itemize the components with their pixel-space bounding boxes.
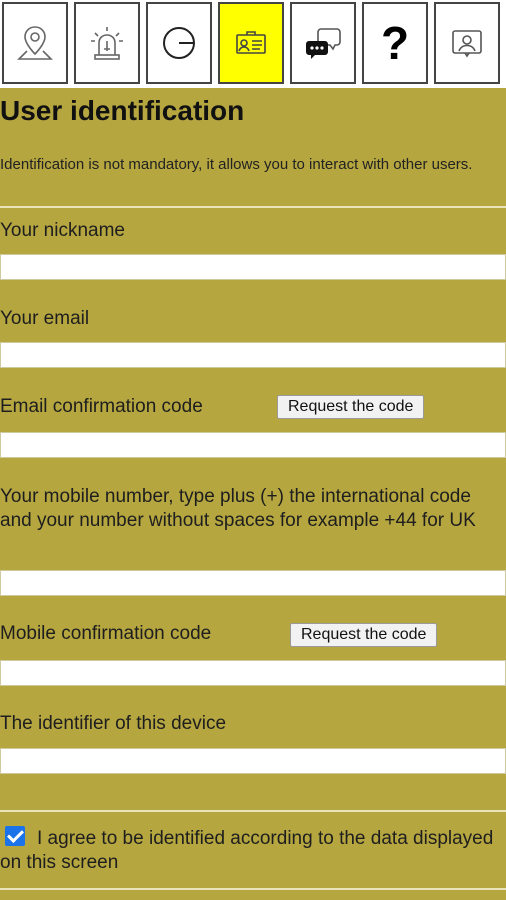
divider xyxy=(0,810,506,812)
agree-row[interactable]: I agree to be identified according to th… xyxy=(0,826,500,875)
toolbar-button-circle[interactable] xyxy=(146,2,212,84)
email-code-input[interactable] xyxy=(0,432,506,458)
circle-line-icon xyxy=(163,27,195,59)
device-id-input[interactable] xyxy=(0,748,506,774)
profile-card-icon xyxy=(452,30,482,58)
map-pin-icon xyxy=(17,26,53,60)
device-id-label: The identifier of this device xyxy=(0,713,227,734)
page-title: User identification xyxy=(0,95,245,126)
toolbar-button-help[interactable]: ? xyxy=(362,2,428,84)
divider xyxy=(0,888,506,890)
top-toolbar: ? xyxy=(0,0,506,88)
request-email-code-button[interactable]: Request the code xyxy=(277,395,425,419)
agree-checkbox[interactable] xyxy=(5,826,25,846)
divider xyxy=(0,206,506,208)
question-icon: ? xyxy=(380,17,410,69)
id-card-icon xyxy=(236,31,266,54)
email-input[interactable] xyxy=(0,342,506,368)
nickname-label: Your nickname xyxy=(0,220,125,241)
email-code-label: Email confirmation code xyxy=(0,396,203,417)
mobile-label: Your mobile number, type plus (+) the in… xyxy=(0,486,476,531)
alarm-siren-icon xyxy=(91,27,123,60)
mobile-input[interactable] xyxy=(0,570,506,596)
intro-text: Identification is not mandatory, it allo… xyxy=(0,156,473,173)
email-label: Your email xyxy=(0,308,90,329)
toolbar-button-chat[interactable] xyxy=(290,2,356,84)
toolbar-button-profile[interactable] xyxy=(434,2,500,84)
agree-label: I agree to be identified according to th… xyxy=(0,828,494,873)
mobile-code-label: Mobile confirmation code xyxy=(0,623,212,644)
mobile-code-input[interactable] xyxy=(0,660,506,686)
chat-bubbles-icon xyxy=(306,28,341,59)
nickname-input[interactable] xyxy=(0,254,506,280)
toolbar-button-location[interactable] xyxy=(2,2,68,84)
toolbar-button-identification[interactable] xyxy=(218,2,284,84)
toolbar-button-alarm[interactable] xyxy=(74,2,140,84)
request-mobile-code-button[interactable]: Request the code xyxy=(290,623,438,647)
